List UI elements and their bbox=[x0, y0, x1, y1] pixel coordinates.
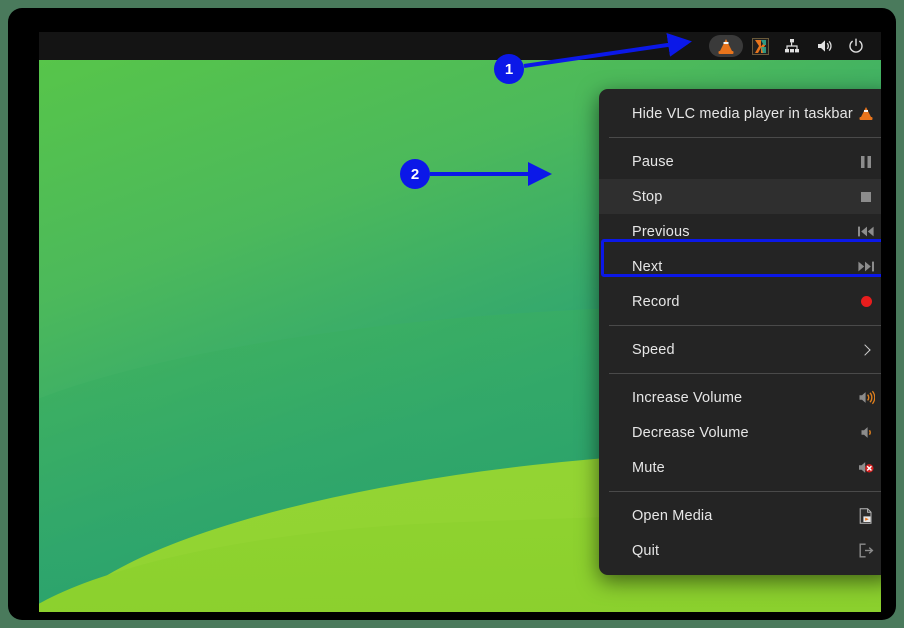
menu-item-label: Previous bbox=[632, 223, 690, 240]
vlc-tray-context-menu: Hide VLC media player in taskbar Pause S… bbox=[599, 89, 881, 575]
network-icon bbox=[785, 39, 799, 53]
pause-icon bbox=[855, 155, 877, 168]
stop-icon bbox=[855, 191, 877, 202]
network-tray-icon[interactable] bbox=[777, 35, 807, 57]
menu-item-hide-vlc[interactable]: Hide VLC media player in taskbar bbox=[599, 96, 881, 131]
power-icon bbox=[849, 38, 863, 53]
volume-tray-icon[interactable] bbox=[809, 35, 839, 57]
vlc-cone-icon bbox=[855, 106, 877, 121]
menu-item-quit[interactable]: Quit bbox=[599, 533, 881, 568]
vlc-tray-icon[interactable] bbox=[709, 35, 743, 57]
menu-item-label: Hide VLC media player in taskbar bbox=[632, 105, 853, 122]
volume-icon bbox=[817, 40, 832, 52]
menu-item-previous[interactable]: Previous bbox=[599, 214, 881, 249]
menu-separator bbox=[609, 373, 881, 374]
record-icon bbox=[855, 296, 877, 307]
previous-icon bbox=[855, 226, 877, 237]
menu-item-label: Pause bbox=[632, 153, 674, 170]
top-panel bbox=[39, 32, 881, 60]
screenshot-page: Hide VLC media player in taskbar Pause S… bbox=[0, 0, 904, 628]
menu-item-decrease-volume[interactable]: Decrease Volume bbox=[599, 415, 881, 450]
desktop-screen: Hide VLC media player in taskbar Pause S… bbox=[39, 32, 881, 612]
volume-mute-icon bbox=[855, 460, 877, 475]
annotation-badge-2: 2 bbox=[400, 159, 430, 189]
vlc-cone-icon bbox=[718, 38, 735, 55]
annotation-badge-1: 1 bbox=[494, 54, 524, 84]
menu-item-mute[interactable]: Mute bbox=[599, 450, 881, 485]
menu-item-label: Mute bbox=[632, 459, 665, 476]
open-media-icon bbox=[855, 507, 877, 524]
menu-item-label: Increase Volume bbox=[632, 389, 743, 406]
menu-item-label: Stop bbox=[632, 188, 663, 205]
menu-item-pause[interactable]: Pause bbox=[599, 144, 881, 179]
menu-item-increase-volume[interactable]: Increase Volume bbox=[599, 380, 881, 415]
next-icon bbox=[855, 261, 877, 272]
menu-separator bbox=[609, 137, 881, 138]
volume-down-icon bbox=[855, 425, 877, 440]
menu-item-stop[interactable]: Stop bbox=[599, 179, 881, 214]
menu-item-label: Next bbox=[632, 258, 663, 275]
power-tray-icon[interactable] bbox=[841, 35, 871, 57]
menu-item-open-media[interactable]: Open Media bbox=[599, 498, 881, 533]
menu-separator bbox=[609, 325, 881, 326]
menu-item-label: Quit bbox=[632, 542, 660, 559]
menu-item-label: Speed bbox=[632, 341, 675, 358]
menu-item-label: Open Media bbox=[632, 507, 713, 524]
menu-item-record[interactable]: Record bbox=[599, 284, 881, 319]
x-app-icon bbox=[751, 37, 769, 55]
menu-item-label: Decrease Volume bbox=[632, 424, 749, 441]
window-frame: Hide VLC media player in taskbar Pause S… bbox=[8, 8, 896, 620]
menu-separator bbox=[609, 491, 881, 492]
app-tray-icon[interactable] bbox=[745, 35, 775, 57]
menu-item-label: Record bbox=[632, 293, 680, 310]
menu-item-next[interactable]: Next bbox=[599, 249, 881, 284]
volume-up-icon bbox=[855, 390, 877, 405]
quit-icon bbox=[855, 543, 877, 558]
chevron-right-icon bbox=[855, 343, 877, 356]
menu-item-speed[interactable]: Speed bbox=[599, 332, 881, 367]
